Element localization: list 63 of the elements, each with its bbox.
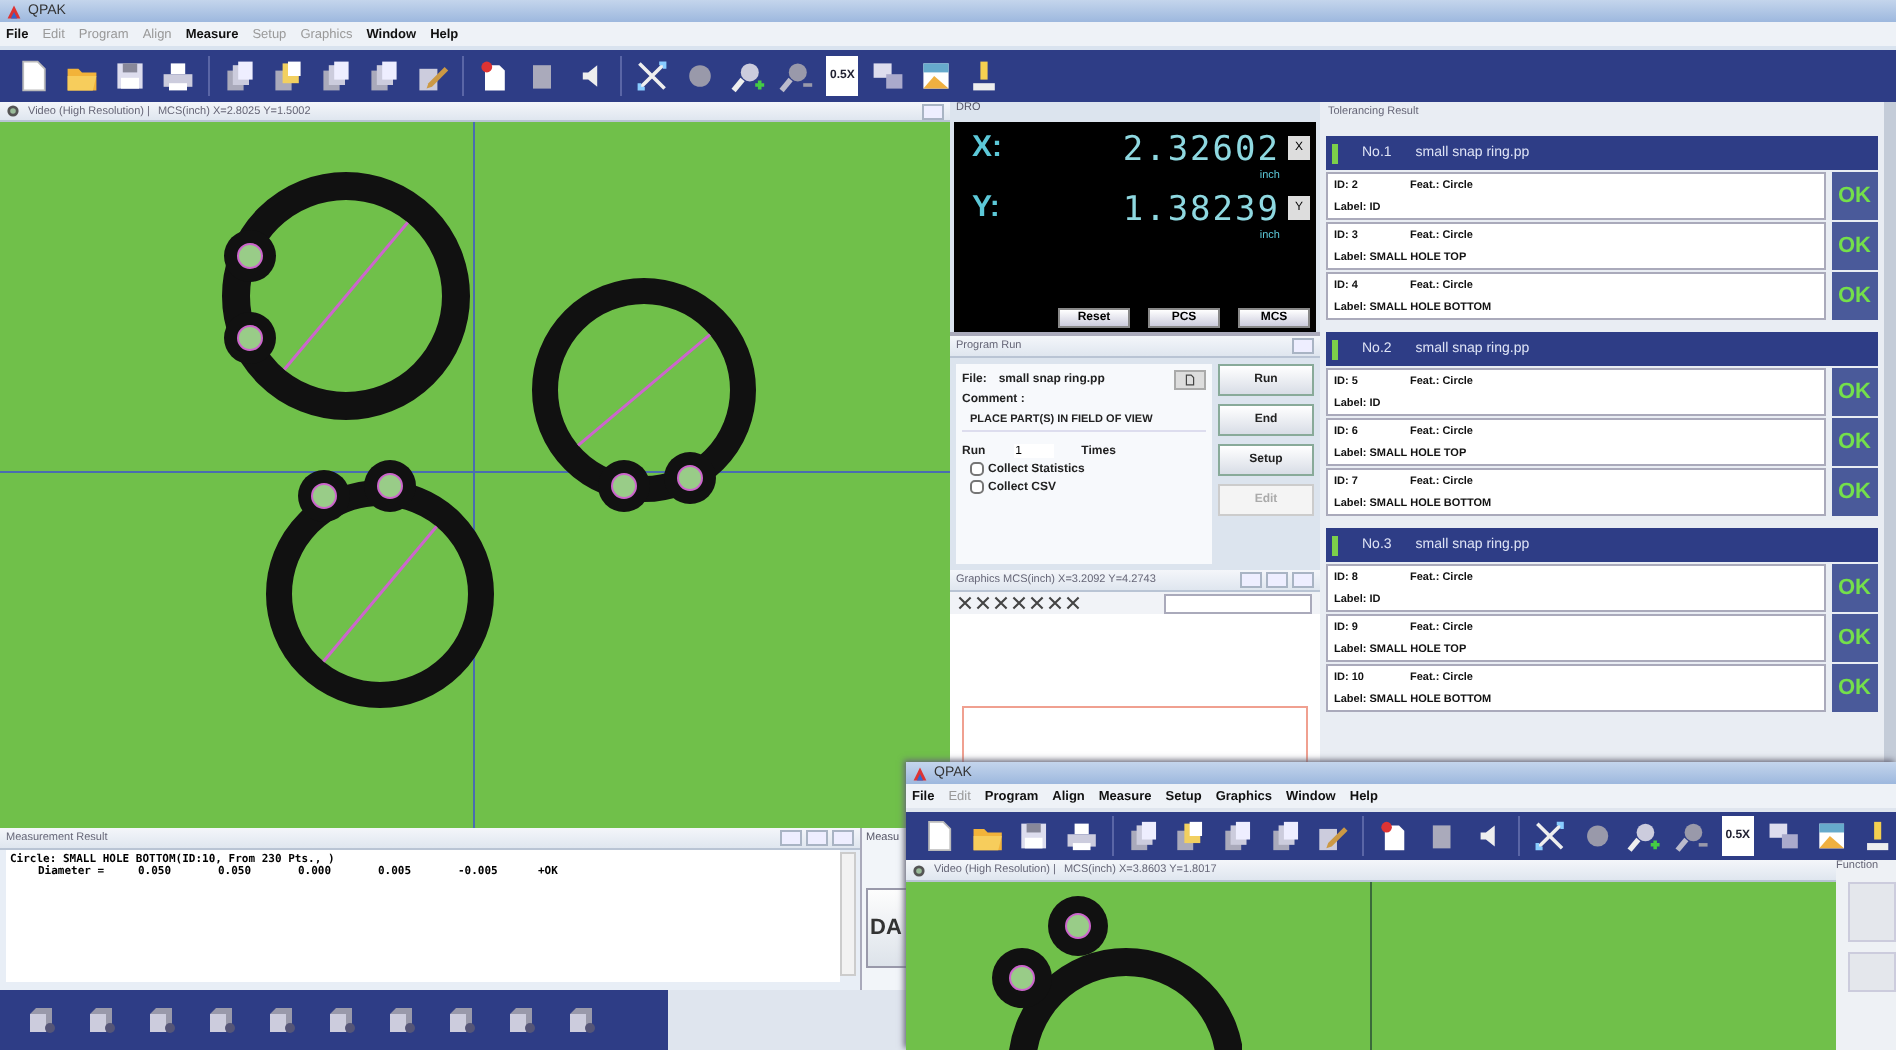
stacked-pages-icon[interactable] <box>1267 818 1303 854</box>
status-badge: OK <box>1832 614 1878 662</box>
status-indicator <box>1332 339 1338 359</box>
checkbox[interactable] <box>970 480 984 494</box>
status-badge: OK <box>1832 368 1878 416</box>
cube-icon[interactable] <box>568 1006 596 1034</box>
status-indicator <box>1332 143 1338 163</box>
stacked-pages-icon[interactable] <box>1220 818 1256 854</box>
magnifier-icon[interactable] <box>1626 818 1663 854</box>
page-icon[interactable] <box>16 58 52 94</box>
axis-label: X: <box>970 130 1004 164</box>
axis-value: 2.32602 <box>1122 130 1280 170</box>
app-logo-icon <box>912 765 928 781</box>
camera-icon <box>6 104 20 118</box>
status-badge: OK <box>1832 468 1878 516</box>
windows-icon[interactable] <box>1766 818 1802 854</box>
cube-icon[interactable] <box>28 1006 56 1034</box>
printer-icon[interactable] <box>1064 818 1100 854</box>
status-badge: OK <box>1832 172 1878 220</box>
magnifier-icon[interactable] <box>1674 818 1710 854</box>
tool-icon[interactable] <box>1048 596 1062 610</box>
crossed-arrows-icon[interactable] <box>1532 818 1568 854</box>
axis-label: Y: <box>970 190 1002 224</box>
status-badge: OK <box>1832 564 1878 612</box>
tool-icon[interactable] <box>976 596 990 610</box>
stacked-pages-icon[interactable] <box>222 58 258 94</box>
cube-icon[interactable] <box>88 1006 116 1034</box>
cube-icon[interactable] <box>148 1006 176 1034</box>
checkbox[interactable] <box>970 462 984 476</box>
status-badge: OK <box>1832 272 1878 320</box>
file-icon <box>1184 374 1196 386</box>
status-indicator <box>1332 535 1338 555</box>
cube-icon[interactable] <box>208 1006 236 1034</box>
status-badge: OK <box>1832 664 1878 712</box>
stacked-pages-icon[interactable] <box>270 58 306 94</box>
picture-icon[interactable] <box>918 58 955 94</box>
picture-icon[interactable] <box>1813 818 1849 854</box>
axis-value: 1.38239 <box>1122 190 1280 230</box>
crossed-arrows-icon[interactable] <box>634 58 670 94</box>
tool-icon[interactable] <box>1066 596 1080 610</box>
browse-button[interactable] <box>1174 370 1206 390</box>
stacked-pages-icon[interactable] <box>366 58 402 94</box>
camera-icon <box>912 863 926 877</box>
tool-icon[interactable] <box>958 596 972 610</box>
printer-icon[interactable] <box>160 58 196 94</box>
magnifier-icon[interactable] <box>730 58 766 94</box>
cube-icon[interactable] <box>448 1006 476 1034</box>
magnifier-icon[interactable] <box>778 58 814 94</box>
cube-icon[interactable] <box>268 1006 296 1034</box>
stacked-pages-icon[interactable] <box>1125 818 1161 854</box>
stacked-pages-icon[interactable] <box>318 58 354 94</box>
cube-icon[interactable] <box>388 1006 416 1034</box>
windows-icon[interactable] <box>870 58 907 94</box>
status-badge: OK <box>1832 418 1878 466</box>
tool-icon[interactable] <box>1012 596 1026 610</box>
tool-icon[interactable] <box>994 596 1008 610</box>
panel-button[interactable]: DA <box>866 888 906 968</box>
cube-icon[interactable] <box>328 1006 356 1034</box>
status-badge: OK <box>1832 222 1878 270</box>
scrollbar[interactable] <box>840 852 856 976</box>
cube-icon[interactable] <box>508 1006 536 1034</box>
app-logo-icon <box>6 3 22 19</box>
tool-icon[interactable] <box>1030 596 1044 610</box>
